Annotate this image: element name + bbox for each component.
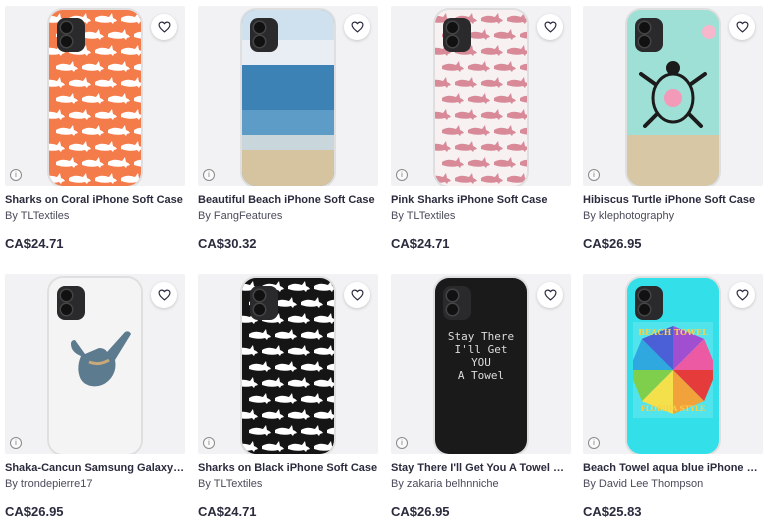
case-text-line: I'll Get — [454, 343, 508, 356]
product-card[interactable]: BEACH TOWEL FLORIDA STYLE i Beach Towel aq… — [583, 274, 763, 519]
product-thumbnail[interactable]: i — [391, 6, 571, 186]
favorite-button[interactable] — [537, 282, 563, 308]
product-thumbnail[interactable]: i — [5, 6, 185, 186]
product-price: CA$26.95 — [391, 504, 450, 519]
product-artist[interactable]: By TLTextiles — [198, 478, 378, 490]
camera-module — [443, 286, 471, 320]
info-icon[interactable]: i — [10, 169, 22, 181]
product-thumbnail[interactable]: Stay There I'll Get YOU A Towel i — [391, 274, 571, 454]
heart-outline-icon — [350, 21, 364, 33]
camera-module — [635, 286, 663, 320]
camera-module — [250, 18, 278, 52]
product-title[interactable]: Sharks on Black iPhone Soft Case — [198, 462, 378, 474]
favorite-button[interactable] — [729, 282, 755, 308]
info-icon[interactable]: i — [10, 437, 22, 449]
favorite-button[interactable] — [151, 14, 177, 40]
case-text-line: BEACH TOWEL — [638, 327, 708, 337]
info-icon[interactable]: i — [396, 169, 408, 181]
product-thumbnail[interactable]: i — [583, 6, 763, 186]
favorite-button[interactable] — [537, 14, 563, 40]
product-card[interactable]: i Beautiful Beach iPhone Soft Case By Fang… — [198, 6, 378, 251]
favorite-button[interactable] — [344, 14, 370, 40]
product-title[interactable]: Beautiful Beach iPhone Soft Case — [198, 194, 378, 206]
phone-case-image[interactable] — [435, 10, 527, 186]
product-title[interactable]: Sharks on Coral iPhone Soft Case — [5, 194, 185, 206]
product-artist[interactable]: By FangFeatures — [198, 210, 378, 222]
product-price: CA$26.95 — [5, 504, 64, 519]
product-grid: i Sharks on Coral iPhone Soft Case By TLTe… — [0, 0, 768, 522]
heart-outline-icon — [157, 289, 171, 301]
phone-case-image[interactable] — [627, 10, 719, 186]
favorite-button[interactable] — [344, 282, 370, 308]
favorite-button[interactable] — [729, 14, 755, 40]
product-artist[interactable]: By TLTextiles — [5, 210, 185, 222]
case-text-line: A Towel — [457, 369, 505, 382]
heart-outline-icon — [157, 21, 171, 33]
product-price: CA$24.71 — [5, 236, 64, 251]
product-artist[interactable]: By David Lee Thompson — [583, 478, 763, 490]
product-price: CA$26.95 — [583, 236, 642, 251]
heart-outline-icon — [543, 21, 557, 33]
product-title[interactable]: Stay There I'll Get You A Towel Shir... — [391, 462, 571, 474]
case-text-line: Stay There — [447, 330, 515, 343]
case-text-line: YOU — [471, 356, 491, 369]
product-card[interactable]: i Pink Sharks iPhone Soft Case By TLTextil… — [391, 6, 571, 251]
product-title[interactable]: Hibiscus Turtle iPhone Soft Case — [583, 194, 763, 206]
product-thumbnail[interactable]: i — [198, 6, 378, 186]
product-card[interactable]: i Shaka-Cancun Samsung Galaxy S... By tron… — [5, 274, 185, 519]
heart-outline-icon — [735, 21, 749, 33]
phone-case-image[interactable]: BEACH TOWEL FLORIDA STYLE — [627, 278, 719, 454]
product-card[interactable]: i Sharks on Black iPhone Soft Case By TLTe… — [198, 274, 378, 519]
heart-outline-icon — [735, 289, 749, 301]
product-price: CA$30.32 — [198, 236, 257, 251]
product-title[interactable]: Pink Sharks iPhone Soft Case — [391, 194, 571, 206]
product-artist[interactable]: By zakaria belhnniche — [391, 478, 571, 490]
product-artist[interactable]: By trondepierre17 — [5, 478, 185, 490]
product-price: CA$25.83 — [583, 504, 642, 519]
product-artist[interactable]: By TLTextiles — [391, 210, 571, 222]
info-icon[interactable]: i — [588, 437, 600, 449]
phone-case-image[interactable]: Stay There I'll Get YOU A Towel — [435, 278, 527, 454]
favorite-button[interactable] — [151, 282, 177, 308]
product-artist[interactable]: By klephotography — [583, 210, 763, 222]
camera-module — [250, 286, 278, 320]
product-price: CA$24.71 — [198, 504, 257, 519]
product-card[interactable]: Stay There I'll Get YOU A Towel i Stay There… — [391, 274, 571, 519]
info-icon[interactable]: i — [203, 437, 215, 449]
product-title[interactable]: Shaka-Cancun Samsung Galaxy S... — [5, 462, 185, 474]
product-thumbnail[interactable]: BEACH TOWEL FLORIDA STYLE i — [583, 274, 763, 454]
camera-module — [635, 18, 663, 52]
phone-case-image[interactable] — [242, 10, 334, 186]
product-price: CA$24.71 — [391, 236, 450, 251]
camera-module — [57, 286, 85, 320]
phone-case-image[interactable] — [242, 278, 334, 454]
info-icon[interactable]: i — [396, 437, 408, 449]
case-text: Stay There I'll Get YOU A Towel — [435, 330, 527, 382]
product-title[interactable]: Beach Towel aqua blue iPhone Sof... — [583, 462, 763, 474]
product-card[interactable]: i Hibiscus Turtle iPhone Soft Case By klep… — [583, 6, 763, 251]
product-thumbnail[interactable]: i — [198, 274, 378, 454]
heart-outline-icon — [350, 289, 364, 301]
info-icon[interactable]: i — [588, 169, 600, 181]
phone-case-image[interactable] — [49, 278, 141, 454]
info-icon[interactable]: i — [203, 169, 215, 181]
phone-case-image[interactable] — [49, 10, 141, 186]
product-thumbnail[interactable]: i — [5, 274, 185, 454]
camera-module — [57, 18, 85, 52]
case-text-line: FLORIDA STYLE — [640, 404, 706, 413]
camera-module — [443, 18, 471, 52]
heart-outline-icon — [543, 289, 557, 301]
product-card[interactable]: i Sharks on Coral iPhone Soft Case By TLTe… — [5, 6, 185, 251]
